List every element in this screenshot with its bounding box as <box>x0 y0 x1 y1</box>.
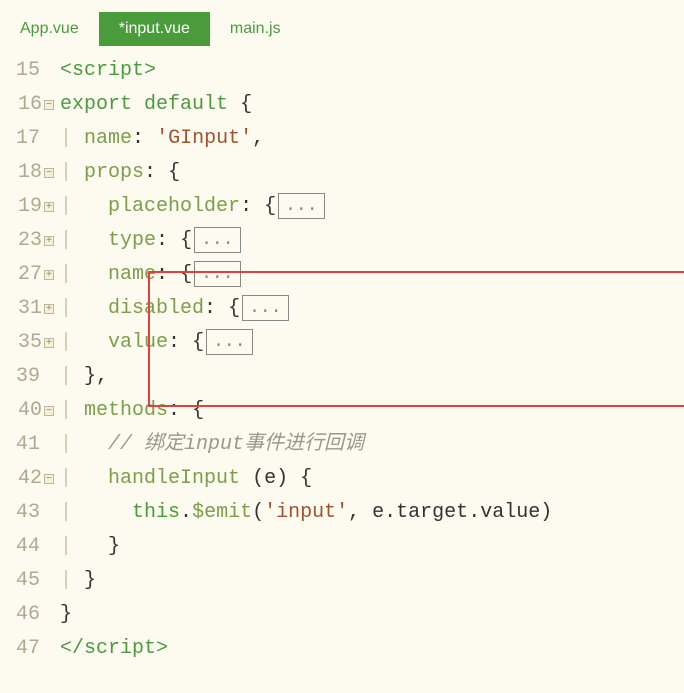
code-line: </script> <box>60 632 684 666</box>
tab-main-js[interactable]: main.js <box>210 12 301 46</box>
fold-icon[interactable] <box>44 304 54 314</box>
fold-placeholder[interactable]: ... <box>278 193 324 219</box>
code-line: | handleInput (e) { <box>60 462 684 496</box>
code-line: | value: {... <box>60 326 684 360</box>
code-line: | name: 'GInput', <box>60 122 684 156</box>
code-line: | // 绑定input事件进行回调 <box>60 428 684 462</box>
fold-icon[interactable] <box>44 236 54 246</box>
code-line: | name: {... <box>60 258 684 292</box>
fold-icon[interactable] <box>44 100 54 110</box>
fold-icon[interactable] <box>44 406 54 416</box>
tab-app-vue[interactable]: App.vue <box>0 12 99 46</box>
tab-input-vue[interactable]: *input.vue <box>99 12 210 46</box>
code-line: | placeholder: {... <box>60 190 684 224</box>
code-line: | }, <box>60 360 684 394</box>
code-line: | this.$emit('input', e.target.value) <box>60 496 684 530</box>
code-line: | type: {... <box>60 224 684 258</box>
fold-icon[interactable] <box>44 168 54 178</box>
tab-bar: App.vue *input.vue main.js <box>0 0 684 46</box>
code-line: | } <box>60 564 684 598</box>
code-line: export default { <box>60 88 684 122</box>
code-line: | } <box>60 530 684 564</box>
code-line: | disabled: {... <box>60 292 684 326</box>
code-line: | props: { <box>60 156 684 190</box>
code-area[interactable]: <script> export default { | name: 'GInpu… <box>56 54 684 666</box>
fold-icon[interactable] <box>44 270 54 280</box>
fold-icon[interactable] <box>44 338 54 348</box>
fold-icon[interactable] <box>44 202 54 212</box>
code-line: <script> <box>60 54 684 88</box>
fold-placeholder[interactable]: ... <box>194 261 240 287</box>
fold-icon[interactable] <box>44 474 54 484</box>
code-line: | methods: { <box>60 394 684 428</box>
fold-placeholder[interactable]: ... <box>206 329 252 355</box>
fold-placeholder[interactable]: ... <box>242 295 288 321</box>
code-editor[interactable]: 15 16 17 18 19 23 27 31 35 39 40 41 42 4… <box>0 46 684 666</box>
code-line: } <box>60 598 684 632</box>
fold-placeholder[interactable]: ... <box>194 227 240 253</box>
line-gutter: 15 16 17 18 19 23 27 31 35 39 40 41 42 4… <box>0 54 56 666</box>
